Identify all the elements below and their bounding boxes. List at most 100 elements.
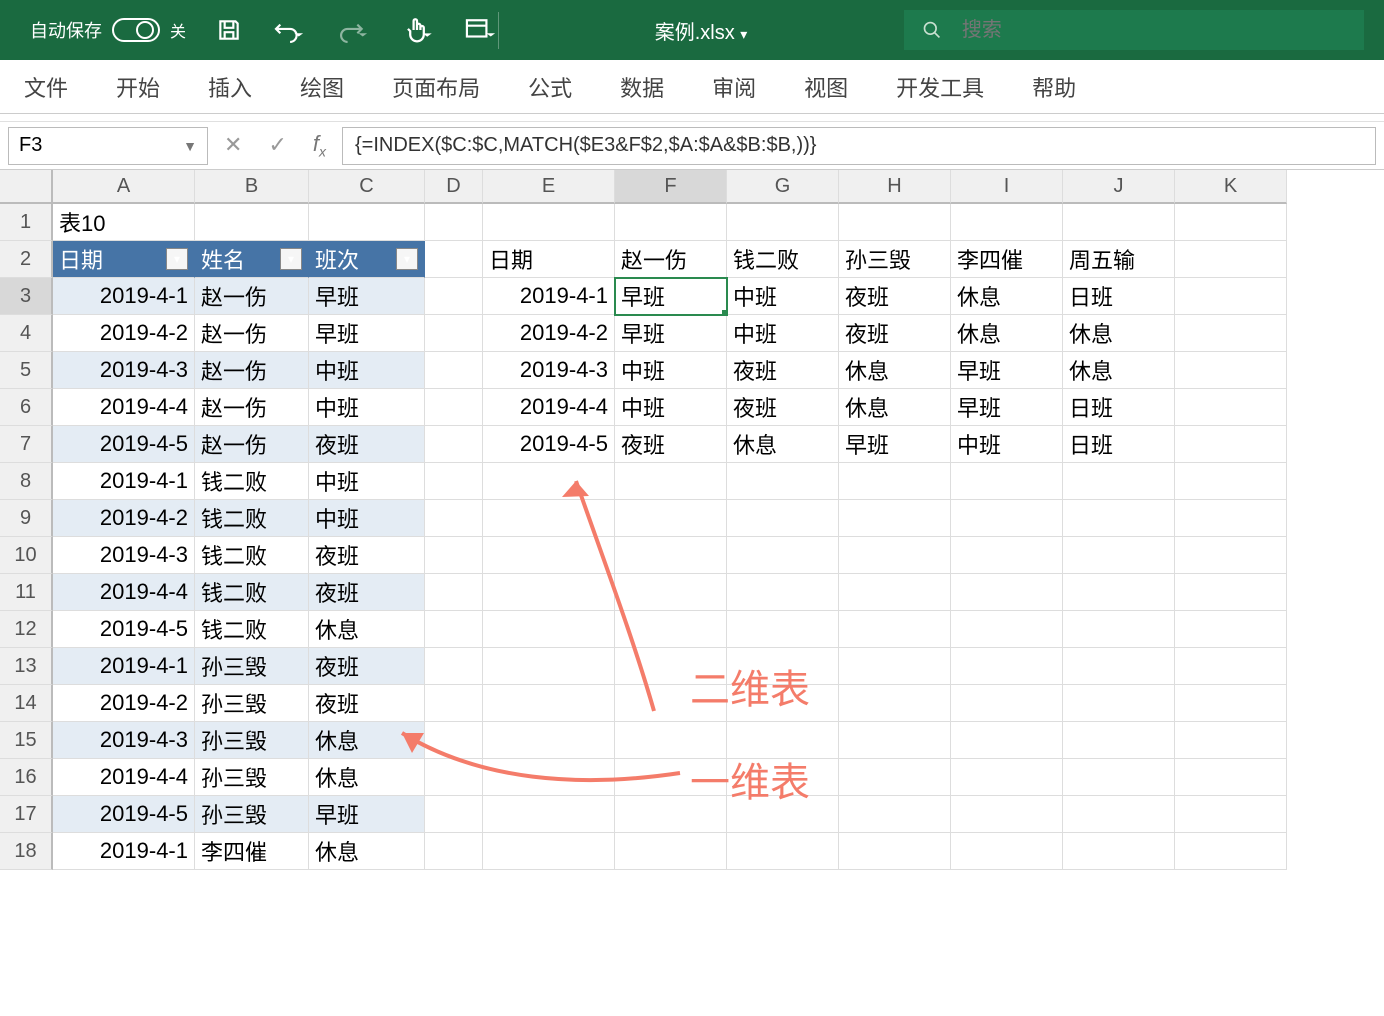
cell[interactable] bbox=[425, 426, 483, 463]
cell[interactable] bbox=[1175, 648, 1287, 685]
cell[interactable]: 2019-4-4 bbox=[53, 574, 195, 611]
cell[interactable]: 2019-4-1 bbox=[53, 833, 195, 870]
cell[interactable]: 日期 bbox=[483, 241, 615, 278]
cell[interactable]: 钱二败 bbox=[727, 241, 839, 278]
cell[interactable]: 中班 bbox=[309, 500, 425, 537]
cell[interactable] bbox=[727, 500, 839, 537]
ribbon-tab[interactable]: 页面布局 bbox=[390, 65, 482, 109]
cell[interactable] bbox=[951, 463, 1063, 500]
cell[interactable] bbox=[727, 796, 839, 833]
cell[interactable]: 休息 bbox=[951, 315, 1063, 352]
row-header[interactable]: 12 bbox=[0, 611, 53, 648]
cell[interactable]: 赵一伤 bbox=[195, 426, 309, 463]
row-header[interactable]: 2 bbox=[0, 241, 53, 278]
name-box[interactable]: F3 ▼ bbox=[8, 127, 208, 165]
cell[interactable] bbox=[1063, 833, 1175, 870]
cell[interactable] bbox=[951, 574, 1063, 611]
cell[interactable] bbox=[1063, 722, 1175, 759]
confirm-icon[interactable]: ✓ bbox=[268, 132, 286, 158]
cell[interactable] bbox=[951, 500, 1063, 537]
cell[interactable] bbox=[483, 796, 615, 833]
cell[interactable] bbox=[1063, 759, 1175, 796]
cell[interactable] bbox=[1175, 537, 1287, 574]
cell[interactable] bbox=[839, 796, 951, 833]
row-header[interactable]: 1 bbox=[0, 204, 53, 241]
cell[interactable] bbox=[951, 204, 1063, 241]
cell[interactable]: 2019-4-1 bbox=[53, 463, 195, 500]
undo-icon[interactable] bbox=[272, 17, 306, 43]
cell[interactable]: 日班 bbox=[1063, 389, 1175, 426]
select-all-corner[interactable] bbox=[0, 170, 53, 204]
cell[interactable] bbox=[483, 537, 615, 574]
cell[interactable] bbox=[615, 204, 727, 241]
col-header[interactable]: B bbox=[195, 170, 309, 204]
cell[interactable]: 休息 bbox=[1063, 352, 1175, 389]
cell[interactable]: 2019-4-4 bbox=[53, 759, 195, 796]
cell[interactable]: 2019-4-1 bbox=[53, 278, 195, 315]
cell[interactable]: 夜班 bbox=[309, 537, 425, 574]
cell[interactable] bbox=[615, 537, 727, 574]
cell[interactable]: 孙三毁 bbox=[839, 241, 951, 278]
cell[interactable] bbox=[1063, 648, 1175, 685]
cell[interactable] bbox=[425, 389, 483, 426]
cell[interactable] bbox=[839, 537, 951, 574]
cell[interactable]: 早班 bbox=[615, 315, 727, 352]
col-header[interactable]: F bbox=[615, 170, 727, 204]
cell[interactable] bbox=[615, 759, 727, 796]
touch-icon[interactable] bbox=[400, 16, 434, 44]
cell[interactable]: 早班 bbox=[839, 426, 951, 463]
cell[interactable]: 2019-4-4 bbox=[483, 389, 615, 426]
col-header[interactable]: H bbox=[839, 170, 951, 204]
row-header[interactable]: 4 bbox=[0, 315, 53, 352]
cell[interactable]: 中班 bbox=[727, 315, 839, 352]
autosave-toggle[interactable]: 自动保存 关 bbox=[30, 17, 186, 43]
cell[interactable]: 2019-4-4 bbox=[53, 389, 195, 426]
cell[interactable]: 钱二败 bbox=[195, 463, 309, 500]
row-header[interactable]: 14 bbox=[0, 685, 53, 722]
cell[interactable]: 2019-4-3 bbox=[53, 537, 195, 574]
cell[interactable] bbox=[615, 611, 727, 648]
cell[interactable]: 钱二败 bbox=[195, 500, 309, 537]
cell[interactable] bbox=[1063, 611, 1175, 648]
cell[interactable]: 夜班 bbox=[309, 574, 425, 611]
cell[interactable] bbox=[1175, 722, 1287, 759]
cell[interactable]: 李四催 bbox=[951, 241, 1063, 278]
cell[interactable] bbox=[615, 500, 727, 537]
cell[interactable] bbox=[615, 796, 727, 833]
cell[interactable] bbox=[839, 759, 951, 796]
cell[interactable] bbox=[615, 463, 727, 500]
cell[interactable] bbox=[615, 648, 727, 685]
ribbon-tab[interactable]: 开始 bbox=[114, 65, 162, 109]
cell[interactable] bbox=[483, 611, 615, 648]
cell[interactable] bbox=[951, 759, 1063, 796]
cell[interactable] bbox=[1063, 574, 1175, 611]
cell[interactable]: 孙三毁 bbox=[195, 648, 309, 685]
ribbon-tab[interactable]: 绘图 bbox=[298, 65, 346, 109]
cell[interactable]: 休息 bbox=[839, 352, 951, 389]
cell[interactable] bbox=[1063, 537, 1175, 574]
cell[interactable] bbox=[425, 685, 483, 722]
cell[interactable] bbox=[1063, 463, 1175, 500]
cell[interactable] bbox=[425, 537, 483, 574]
ribbon-tab[interactable]: 数据 bbox=[618, 65, 666, 109]
col-header[interactable]: J bbox=[1063, 170, 1175, 204]
col-header[interactable]: C bbox=[309, 170, 425, 204]
cell[interactable] bbox=[951, 685, 1063, 722]
cell[interactable] bbox=[839, 648, 951, 685]
cell[interactable]: 中班 bbox=[309, 352, 425, 389]
cell[interactable]: 中班 bbox=[727, 278, 839, 315]
cell[interactable] bbox=[727, 685, 839, 722]
cell[interactable] bbox=[1063, 500, 1175, 537]
cell[interactable]: 夜班 bbox=[727, 389, 839, 426]
ribbon-tab[interactable]: 视图 bbox=[802, 65, 850, 109]
col-header[interactable]: K bbox=[1175, 170, 1287, 204]
cell[interactable]: 赵一伤 bbox=[195, 315, 309, 352]
cell[interactable] bbox=[425, 278, 483, 315]
cell[interactable] bbox=[483, 500, 615, 537]
cell[interactable] bbox=[425, 648, 483, 685]
col-header[interactable]: D bbox=[425, 170, 483, 204]
cell[interactable] bbox=[615, 722, 727, 759]
cell[interactable] bbox=[1175, 463, 1287, 500]
row-header[interactable]: 15 bbox=[0, 722, 53, 759]
cell[interactable]: 夜班 bbox=[839, 278, 951, 315]
